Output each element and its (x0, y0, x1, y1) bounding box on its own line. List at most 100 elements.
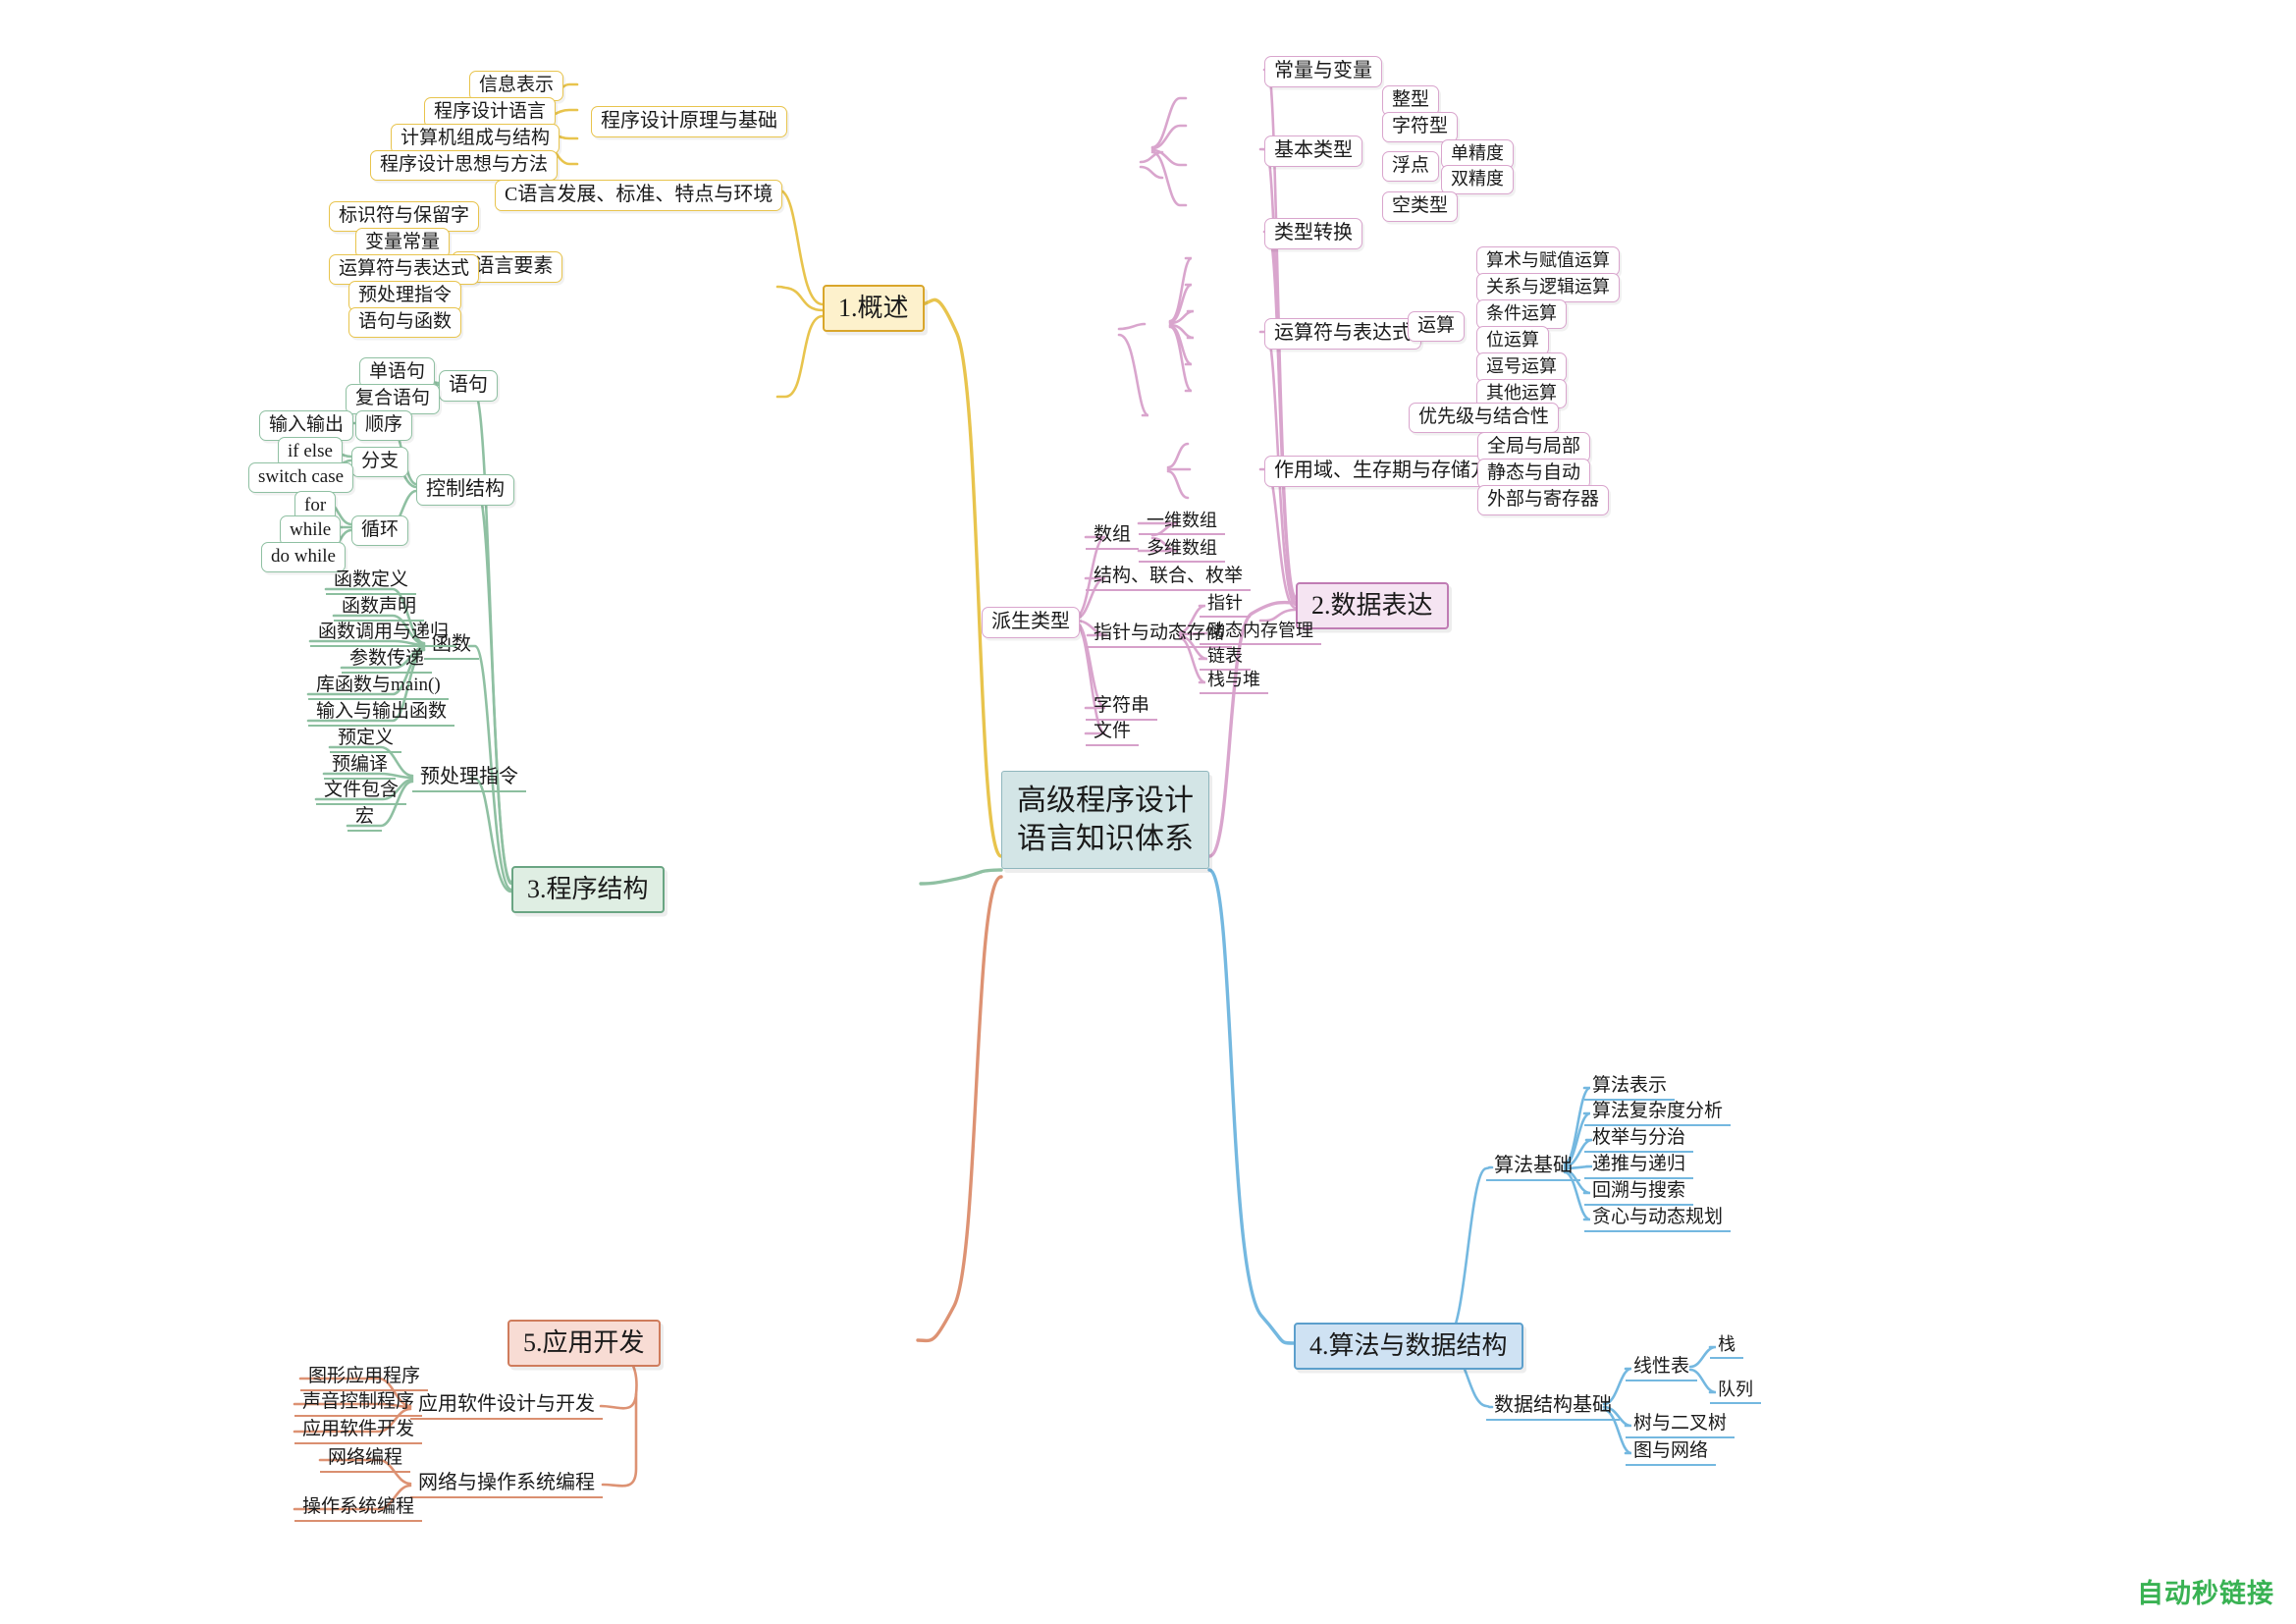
node-basic-types[interactable]: 基本类型 (1264, 135, 1362, 167)
node-double-precision[interactable]: 双精度 (1441, 165, 1514, 194)
node-do-while[interactable]: do while (261, 542, 346, 572)
node-algorithm-representation[interactable]: 算法表示 (1584, 1075, 1676, 1101)
node-bitwise-operator[interactable]: 位运算 (1476, 326, 1549, 355)
node-linear-list[interactable]: 线性表 (1626, 1356, 1698, 1381)
node-complexity-analysis[interactable]: 算法复杂度分析 (1584, 1101, 1732, 1126)
node-label: for (304, 495, 327, 515)
node-label: 数组 (1094, 524, 1132, 545)
node-precompile[interactable]: 预编译 (324, 754, 397, 780)
node-pointer[interactable]: 指针 (1200, 593, 1251, 618)
node-recurrence-recursion[interactable]: 递推与递归 (1584, 1154, 1694, 1179)
node-1d-array[interactable]: 一维数组 (1139, 511, 1225, 535)
node-relational-logical[interactable]: 关系与逻辑运算 (1476, 273, 1620, 302)
node-label: 树与二叉树 (1633, 1413, 1728, 1434)
node-label: 程序设计思想与方法 (380, 154, 549, 175)
node-label: 基本类型 (1274, 139, 1353, 161)
node-c-history-standard[interactable]: C语言发展、标准、特点与环境 (495, 180, 783, 211)
node-label: 队列 (1718, 1380, 1753, 1399)
node-control-structure[interactable]: 控制结构 (416, 474, 514, 506)
node-label: 运算符与表达式 (1274, 322, 1412, 344)
node-loop[interactable]: 循环 (351, 515, 409, 546)
node-label: 指针 (1207, 593, 1243, 613)
node-label: 条件运算 (1486, 303, 1557, 323)
node-file[interactable]: 文件 (1086, 721, 1140, 746)
node-network-os-programming[interactable]: 网络与操作系统编程 (410, 1472, 603, 1498)
node-label: 作用域、生存期与存储方式 (1274, 460, 1510, 481)
node-label: 多维数组 (1147, 538, 1217, 558)
node-switch-case[interactable]: switch case (248, 462, 354, 493)
node-dynamic-memory[interactable]: 动态内存管理 (1200, 621, 1321, 645)
branch-node-algorithms[interactable]: 4.算法与数据结构 (1294, 1323, 1523, 1370)
node-label: 栈 (1718, 1334, 1735, 1354)
node-array[interactable]: 数组 (1086, 524, 1140, 550)
node-char-type[interactable]: 字符型 (1382, 112, 1459, 142)
node-network-programming[interactable]: 网络编程 (320, 1447, 411, 1473)
node-sound-control-app[interactable]: 声音控制程序 (294, 1391, 423, 1417)
node-label: 函数定义 (334, 569, 409, 590)
node-label: 关系与逻辑运算 (1486, 277, 1610, 297)
node-label: 回溯与搜索 (1592, 1180, 1686, 1201)
node-float-type[interactable]: 浮点 (1382, 151, 1440, 182)
node-struct-union-enum[interactable]: 结构、联合、枚举 (1086, 566, 1252, 591)
node-app-software-design[interactable]: 应用软件设计与开发 (410, 1393, 603, 1420)
node-label: 语句 (449, 374, 488, 396)
branch-node-application[interactable]: 5.应用开发 (507, 1320, 661, 1367)
node-predefined[interactable]: 预定义 (330, 728, 402, 753)
node-greedy-dp[interactable]: 贪心与动态规划 (1584, 1207, 1732, 1232)
node-queue[interactable]: 队列 (1710, 1380, 1761, 1404)
node-label: 优先级与结合性 (1418, 406, 1550, 427)
node-comma-operator[interactable]: 逗号运算 (1476, 352, 1567, 382)
node-operations[interactable]: 运算 (1408, 311, 1466, 342)
node-linked-list[interactable]: 链表 (1200, 646, 1251, 671)
node-arithmetic-assignment[interactable]: 算术与赋值运算 (1476, 246, 1620, 276)
root-node[interactable]: 高级程序设计 语言知识体系 (1001, 771, 1209, 869)
node-branch-structure[interactable]: 分支 (351, 447, 409, 477)
node-os-programming[interactable]: 操作系统编程 (294, 1496, 423, 1522)
node-function-declaration[interactable]: 函数声明 (334, 596, 425, 622)
node-label: 位运算 (1486, 330, 1539, 350)
node-file-include[interactable]: 文件包含 (316, 780, 407, 805)
node-constants-variables[interactable]: 常量与变量 (1264, 56, 1382, 87)
node-statements-functions[interactable]: 语句与函数 (348, 307, 462, 338)
node-library-function-main[interactable]: 库函数与main() (308, 675, 449, 700)
node-label: 动态内存管理 (1207, 621, 1313, 640)
node-stack[interactable]: 栈 (1710, 1334, 1743, 1359)
node-parameter-passing[interactable]: 参数传递 (342, 648, 433, 674)
node-preprocessor-directive[interactable]: 预处理指令 (412, 766, 526, 792)
node-programming-thinking[interactable]: 程序设计思想与方法 (370, 150, 559, 181)
node-label: 库函数与main() (316, 675, 441, 695)
node-extern-register[interactable]: 外部与寄存器 (1477, 485, 1610, 515)
node-graph-network[interactable]: 图与网络 (1626, 1440, 1717, 1466)
node-function-call-recursion[interactable]: 函数调用与递归 (310, 622, 457, 647)
node-string[interactable]: 字符串 (1086, 695, 1158, 721)
node-derived-types[interactable]: 派生类型 (982, 607, 1080, 638)
node-label: while (290, 519, 332, 540)
mindmap-canvas: 高级程序设计 语言知识体系 1.概述 程序设计原理与基础 信息表示 程序设计语言… (0, 0, 2296, 1624)
node-stack-heap[interactable]: 栈与堆 (1200, 670, 1268, 694)
node-label: do while (271, 546, 336, 567)
branch-node-overview[interactable]: 1.概述 (823, 285, 925, 332)
node-precedence-associativity[interactable]: 优先级与结合性 (1409, 403, 1560, 433)
node-app-software-dev[interactable]: 应用软件开发 (294, 1419, 423, 1444)
node-type-conversion[interactable]: 类型转换 (1264, 218, 1362, 249)
node-programming-principles[interactable]: 程序设计原理与基础 (591, 106, 787, 137)
node-tree-binary-tree[interactable]: 树与二叉树 (1626, 1413, 1735, 1438)
node-function-definition[interactable]: 函数定义 (326, 569, 417, 595)
node-statement[interactable]: 语句 (439, 370, 498, 402)
node-label: 语句与函数 (358, 311, 453, 332)
node-void-type[interactable]: 空类型 (1382, 191, 1459, 222)
node-label: 字符型 (1392, 116, 1449, 136)
node-backtracking-search[interactable]: 回溯与搜索 (1584, 1180, 1694, 1206)
node-operators-expressions[interactable]: 运算符与表达式 (1264, 318, 1421, 350)
node-macro[interactable]: 宏 (347, 806, 383, 832)
branch-node-program-structure[interactable]: 3.程序结构 (511, 866, 665, 913)
node-io-functions[interactable]: 输入与输出函数 (308, 701, 455, 727)
node-algorithm-basics[interactable]: 算法基础 (1486, 1155, 1580, 1181)
node-sequence[interactable]: 顺序 (355, 410, 413, 441)
node-graphics-app[interactable]: 图形应用程序 (300, 1366, 429, 1391)
node-multi-d-array[interactable]: 多维数组 (1139, 538, 1225, 563)
node-conditional-operator[interactable]: 条件运算 (1476, 299, 1567, 329)
node-data-structure-basics[interactable]: 数据结构基础 (1486, 1394, 1620, 1421)
node-label: 输入输出 (269, 414, 345, 435)
node-enumeration-divide-conquer[interactable]: 枚举与分治 (1584, 1127, 1694, 1153)
